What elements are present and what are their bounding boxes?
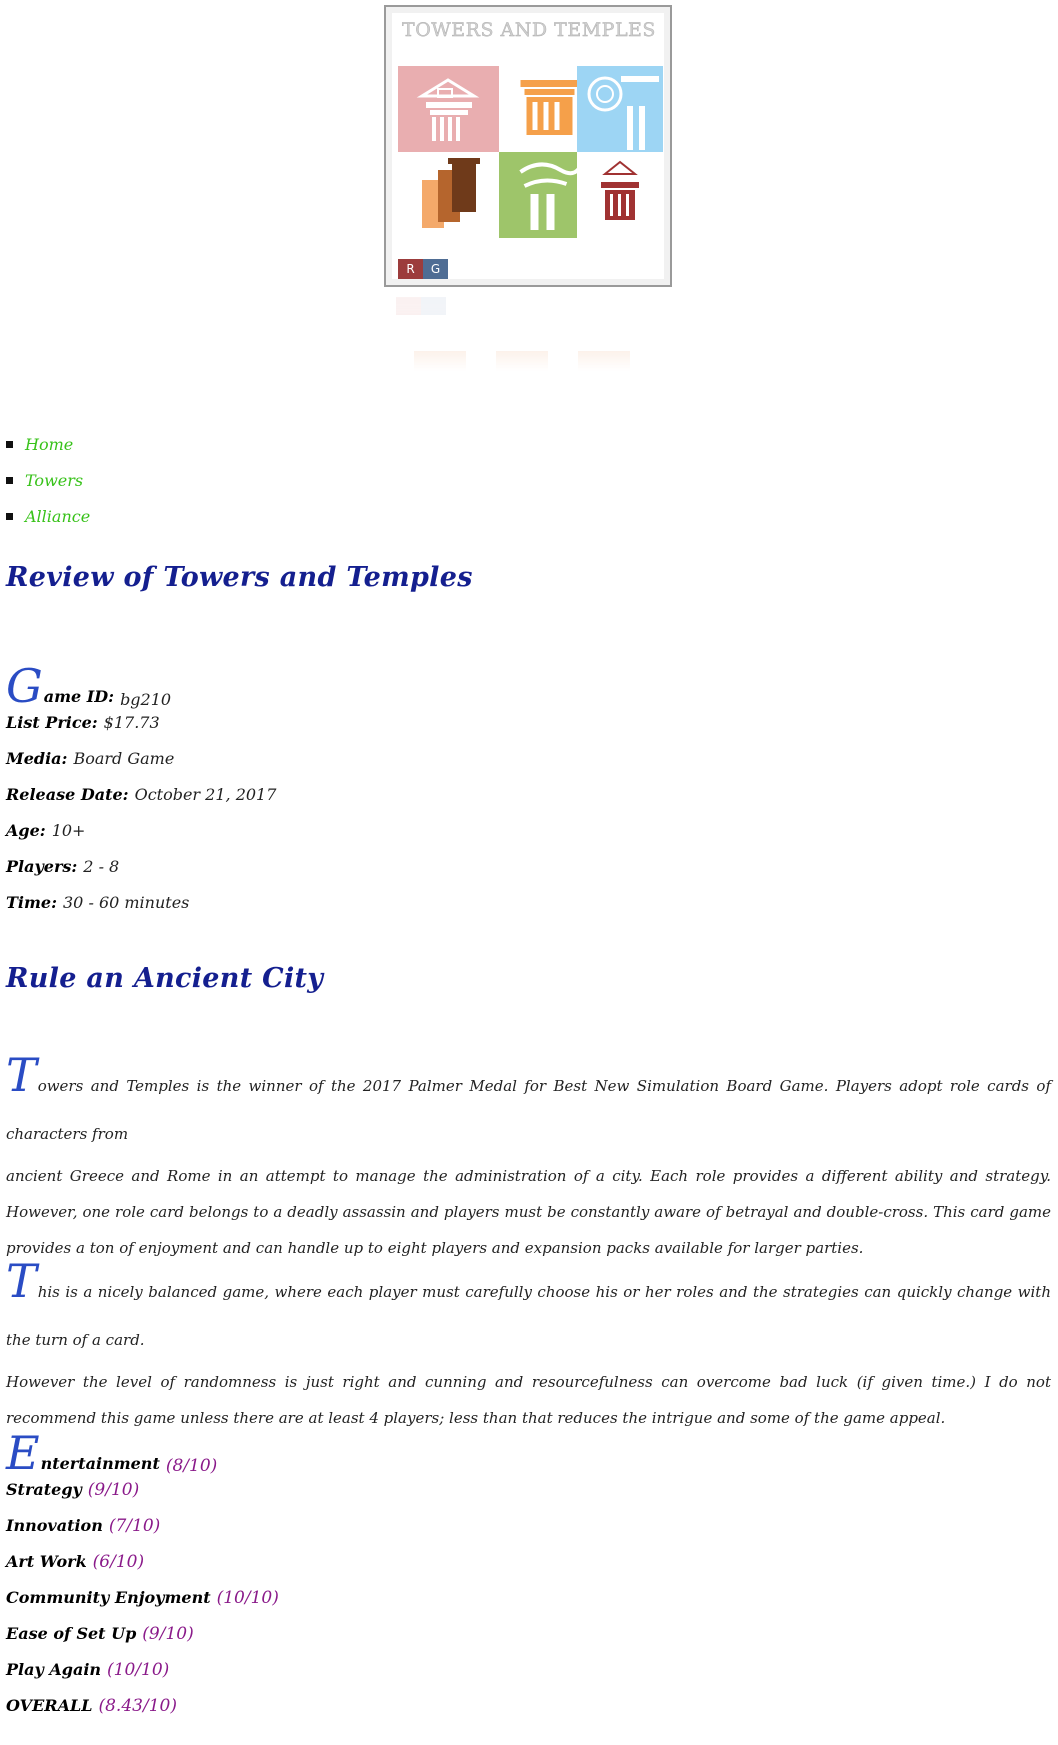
rating-strategy: Strategy (9/10) [6,1480,279,1516]
detail-release-date: Release Date: October 21, 2017 [6,785,606,821]
rating-score: (10/10) [107,1660,170,1680]
game-box-art: TOWERS AND TEMPLES R G [384,5,672,287]
review-paragraph-1: Towers and Temples is the winner of the … [6,1048,1051,1257]
detail-label: Time: [6,893,57,912]
nav-item-home: Home [6,426,90,462]
rating-label: Play Again [6,1660,102,1679]
rating-score: (6/10) [92,1552,145,1572]
page-title: Review of Towers and Temples [6,562,473,593]
detail-label: Age: [6,821,46,840]
rating-innovation: Innovation (7/10) [6,1516,279,1552]
nav-link-alliance[interactable]: Alliance [25,507,90,526]
rating-label: Innovation [6,1516,103,1535]
detail-label: List Price: [6,713,98,732]
detail-game-id: Game ID: bg210 [6,655,606,713]
section-title: Rule an Ancient City [6,963,324,994]
review-paragraph-2: This is a nicely balanced game, where ea… [6,1254,1051,1427]
game-details: Game ID: bg210 List Price: $17.73 Media:… [6,655,606,929]
pillars-icon [422,158,480,228]
nav-item-alliance: Alliance [6,498,90,534]
detail-time: Time: 30 - 60 minutes [6,893,606,929]
rating-label: Strategy [6,1480,82,1499]
detail-value: bg210 [120,690,172,709]
temple-icon [416,78,480,141]
small-temple-icon [601,160,639,220]
detail-label: Game ID: [6,659,115,713]
rating-label: Art Work [6,1552,87,1571]
detail-value: $17.73 [103,713,160,732]
rating-overall: OVERALL (8.43/10) [6,1696,279,1732]
detail-players: Players: 2 - 8 [6,857,606,893]
rating-score: (8.43/10) [98,1696,177,1716]
rating-score: (9/10) [87,1480,140,1500]
detail-age: Age: 10+ [6,821,606,857]
bullet-icon [6,512,13,520]
temple-tile-red [577,152,663,238]
temple-tile-pink [398,66,499,152]
publisher-badges: R G [398,259,448,279]
rating-score: (10/10) [216,1588,279,1608]
rating-entertainment: Entertainment (8/10) [6,1430,279,1480]
detail-label: Media: [6,749,68,768]
nav-link-home[interactable]: Home [25,435,73,454]
cover-title: TOWERS AND TEMPLES [402,19,656,41]
detail-label: Release Date: [6,785,129,804]
detail-label: Players: [6,857,78,876]
rating-ease-of-set-up: Ease of Set Up (9/10) [6,1624,279,1660]
scroll-icon [587,76,659,150]
detail-value: 30 - 60 minutes [63,893,190,912]
pillars-tile [398,152,499,238]
bullet-icon [6,476,13,484]
nav-link-towers[interactable]: Towers [25,471,83,490]
rating-score: (9/10) [142,1624,194,1644]
rating-label: Ease of Set Up [6,1624,137,1643]
rating-art-work: Art Work (6/10) [6,1552,279,1588]
ratings-list: Entertainment (8/10) Strategy (9/10) Inn… [6,1430,279,1732]
site-nav: Home Towers Alliance [6,426,90,534]
paragraph-text: However the level of randomness is just … [6,1373,1051,1427]
publisher-badge-r: R [398,259,423,279]
detail-value: Board Game [73,749,175,768]
nav-item-towers: Towers [6,462,90,498]
rating-label: OVERALL [6,1696,93,1715]
rating-community-enjoyment: Community Enjoyment (10/10) [6,1588,279,1624]
detail-list-price: List Price: $17.73 [6,713,606,749]
detail-value: 2 - 8 [83,857,120,876]
detail-media: Media: Board Game [6,749,606,785]
detail-value: 10+ [51,821,86,840]
publisher-badge-g: G [423,259,448,279]
bullet-icon [6,440,13,448]
rating-play-again: Play Again (10/10) [6,1660,279,1696]
ionic-tile-blue [577,66,663,152]
detail-value: October 21, 2017 [134,785,277,804]
rating-label: Community Enjoyment [6,1588,211,1607]
rating-label: Entertainment [6,1426,160,1480]
rating-score: (7/10) [108,1516,161,1536]
paragraph-text: ancient Greece and Rome in an attempt to… [6,1167,1051,1257]
rating-score: (8/10) [165,1456,218,1476]
cover-image: TOWERS AND TEMPLES R G [384,5,676,389]
cover-reflection [384,289,672,389]
